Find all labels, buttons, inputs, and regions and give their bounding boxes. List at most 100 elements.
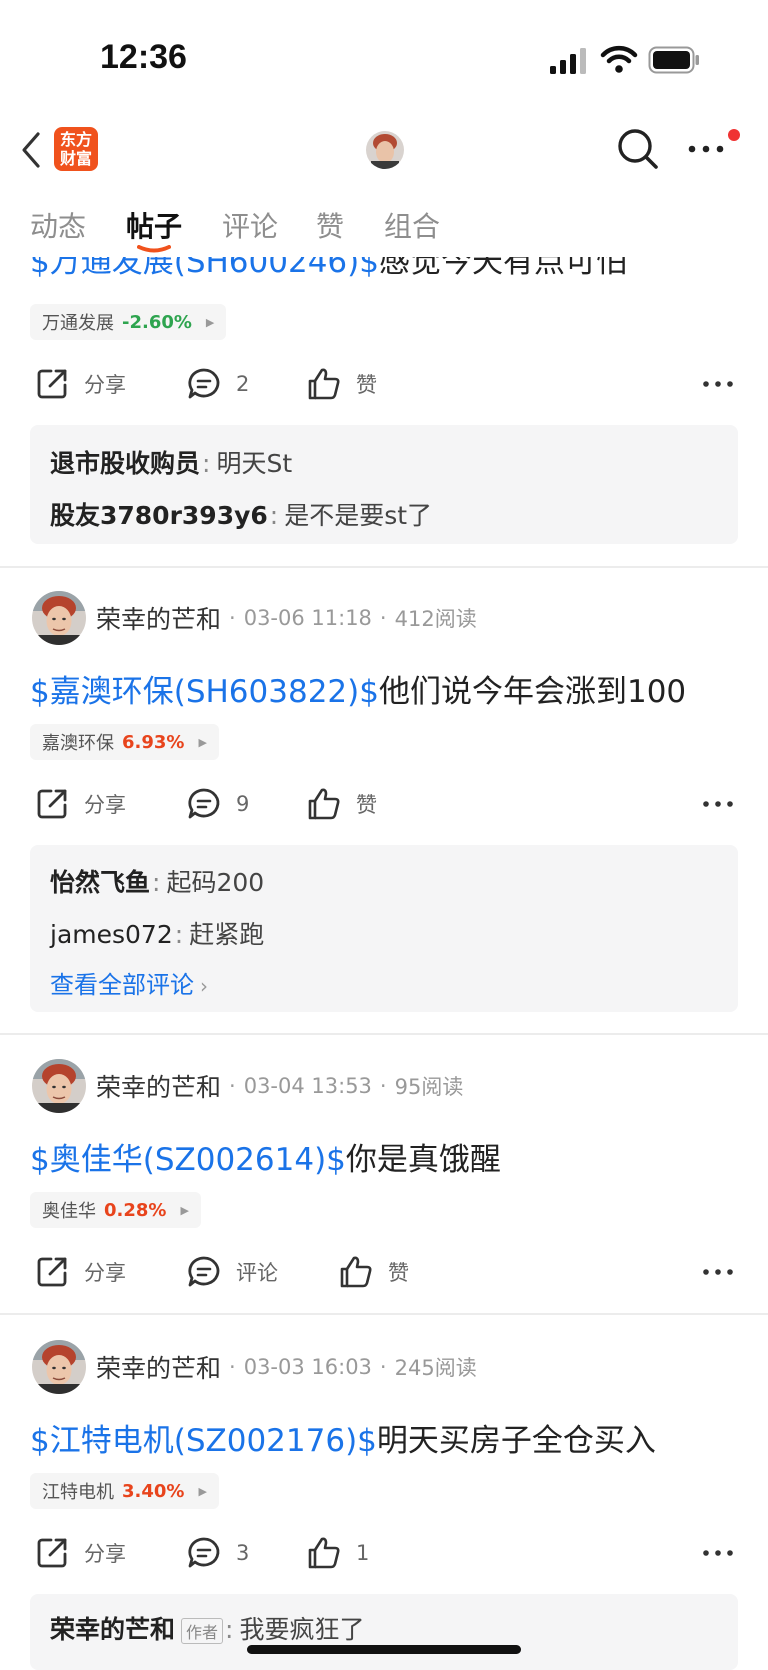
post-more-icon[interactable] xyxy=(700,366,736,402)
post-more-icon[interactable] xyxy=(700,1254,736,1290)
comment-user[interactable]: 股友3780r393y6 xyxy=(50,501,268,530)
share-icon xyxy=(34,1535,70,1571)
back-icon[interactable] xyxy=(16,130,46,170)
post-date-separator: · xyxy=(229,606,236,630)
more-options-icon[interactable] xyxy=(686,136,726,162)
like-count: 1 xyxy=(356,1541,370,1565)
post-more-icon[interactable] xyxy=(700,786,736,822)
post-reads: 245阅读 xyxy=(394,1356,477,1380)
share-button[interactable]: 分享 xyxy=(34,1250,126,1294)
share-label: 分享 xyxy=(84,1542,126,1566)
share-button[interactable]: 分享 xyxy=(34,362,126,406)
avatar[interactable] xyxy=(32,591,86,645)
post-more-icon[interactable] xyxy=(700,1535,736,1571)
comment-button[interactable]: 3 xyxy=(186,1531,249,1575)
post-reads-separator: · xyxy=(379,1074,387,1098)
author-name[interactable]: 荣幸的芒和 xyxy=(96,600,221,636)
tab-portfolio[interactable]: 组合 xyxy=(384,205,440,245)
stock-link[interactable]: $奥佳华(SZ002614)$ xyxy=(30,1142,346,1178)
thumbs-up-icon xyxy=(338,1254,374,1290)
app-logo[interactable]: 东方 财富 xyxy=(54,127,98,171)
comment-preview[interactable]: 退市股收购员: 明天St 股友3780r393y6: 是不是要st了 xyxy=(30,425,738,544)
stock-chip-change: 6.93% xyxy=(122,731,185,753)
stock-chip-name: 嘉澳环保 xyxy=(42,733,114,754)
post-divider xyxy=(0,566,768,568)
chip-arrow-icon: ▶ xyxy=(198,735,207,749)
stock-chip[interactable]: 嘉澳环保 6.93% ▶ xyxy=(30,724,219,760)
post-date-separator: · xyxy=(229,1355,236,1379)
comment-count: 2 xyxy=(236,372,250,396)
logo-line-1: 东方 xyxy=(59,130,92,149)
comment-user[interactable]: 荣幸的芒和 xyxy=(50,1615,175,1644)
comment-row: 荣幸的芒和 作者: 我要疯狂了 xyxy=(50,1610,364,1646)
author-name[interactable]: 荣幸的芒和 xyxy=(96,1349,221,1385)
stock-chip-name: 江特电机 xyxy=(42,1482,114,1503)
stock-chip[interactable]: 奥佳华 0.28% ▶ xyxy=(30,1192,201,1228)
post-actions: 分享 评论 赞 xyxy=(0,1250,768,1294)
like-button[interactable]: 赞 xyxy=(338,1250,409,1294)
thumbs-up-icon xyxy=(306,1535,342,1571)
share-icon xyxy=(34,786,70,822)
status-time: 12:36 xyxy=(100,38,187,76)
header-avatar[interactable] xyxy=(366,131,404,169)
post-actions: 分享 3 1 xyxy=(0,1531,768,1575)
stock-chip[interactable]: 万通发展 -2.60% ▶ xyxy=(30,304,227,340)
stock-link[interactable]: $江特电机(SZ002176)$ xyxy=(30,1423,377,1459)
post-title[interactable]: $江特电机(SZ002176)$明天买房子全仓买入 xyxy=(30,1415,656,1460)
stock-chip[interactable]: 江特电机 3.40% ▶ xyxy=(30,1473,219,1509)
chip-arrow-icon: ▶ xyxy=(198,1484,207,1498)
thumbs-up-icon xyxy=(306,786,342,822)
comment-label: 评论 xyxy=(236,1261,278,1285)
comment-button[interactable]: 2 xyxy=(186,362,249,406)
notification-dot xyxy=(728,129,740,141)
battery-icon xyxy=(648,46,699,74)
comment-colon: : xyxy=(225,1615,234,1644)
post-date: 03-03 16:03 xyxy=(243,1355,372,1379)
tab-comments[interactable]: 评论 xyxy=(222,205,278,245)
comment-user[interactable]: 退市股收购员 xyxy=(50,449,200,478)
search-icon[interactable] xyxy=(616,127,660,171)
chip-arrow-icon: ▶ xyxy=(205,315,215,329)
share-button[interactable]: 分享 xyxy=(34,1531,126,1575)
share-button[interactable]: 分享 xyxy=(34,782,126,826)
comment-button[interactable]: 9 xyxy=(186,782,249,826)
comment-icon xyxy=(186,1535,222,1571)
like-button[interactable]: 赞 xyxy=(306,362,377,406)
comment-preview[interactable]: 荣幸的芒和 作者: 我要疯狂了 xyxy=(30,1594,738,1670)
stock-chip-change: 0.28% xyxy=(104,1199,167,1221)
comment-preview[interactable]: 怡然飞鱼: 起码200 james072: 赶紧跑 查看全部评论 › xyxy=(30,845,738,1012)
avatar[interactable] xyxy=(32,1340,86,1394)
post-title[interactable]: $奥佳华(SZ002614)$你是真饿醒 xyxy=(30,1134,501,1179)
post-date: 03-06 11:18 xyxy=(243,606,372,630)
post-actions: 分享 9 赞 xyxy=(0,782,768,826)
post-reads-separator: · xyxy=(379,1355,387,1379)
like-button[interactable]: 1 xyxy=(306,1531,369,1575)
like-label: 赞 xyxy=(356,373,377,397)
stock-link[interactable]: $嘉澳环保(SH603822)$ xyxy=(30,674,379,710)
post-date: 03-04 13:53 xyxy=(243,1074,372,1098)
post-title[interactable]: $嘉澳环保(SH603822)$他们说今年会涨到100 xyxy=(30,666,686,711)
cellular-signal-icon xyxy=(550,48,586,74)
like-button[interactable]: 赞 xyxy=(306,782,377,826)
comment-user[interactable]: 怡然飞鱼 xyxy=(50,868,150,897)
comment-user[interactable]: james072 xyxy=(50,920,173,949)
tab-dynamics[interactable]: 动态 xyxy=(30,205,86,245)
post-reads: 95阅读 xyxy=(394,1075,464,1099)
author-name[interactable]: 荣幸的芒和 xyxy=(96,1068,221,1104)
view-all-label: 查看全部评论 xyxy=(50,971,194,999)
home-indicator[interactable] xyxy=(247,1645,521,1654)
post-actions: 分享 2 赞 xyxy=(0,362,768,406)
post-divider xyxy=(0,1313,768,1315)
comment-row: 怡然飞鱼: 起码200 xyxy=(50,863,264,899)
avatar[interactable] xyxy=(32,1059,86,1113)
share-label: 分享 xyxy=(84,793,126,817)
post-divider xyxy=(0,1033,768,1035)
comment-button[interactable]: 评论 xyxy=(186,1250,278,1294)
post-reads-separator: · xyxy=(379,606,387,630)
comment-text: 起码200 xyxy=(166,868,265,897)
comment-row: 退市股收购员: 明天St xyxy=(50,444,292,480)
post-text: 你是真饿醒 xyxy=(345,1142,501,1178)
tab-likes[interactable]: 赞 xyxy=(316,205,344,245)
tab-posts[interactable]: 帖子 xyxy=(126,205,182,245)
view-all-comments-link[interactable]: 查看全部评论 › xyxy=(50,965,208,1000)
